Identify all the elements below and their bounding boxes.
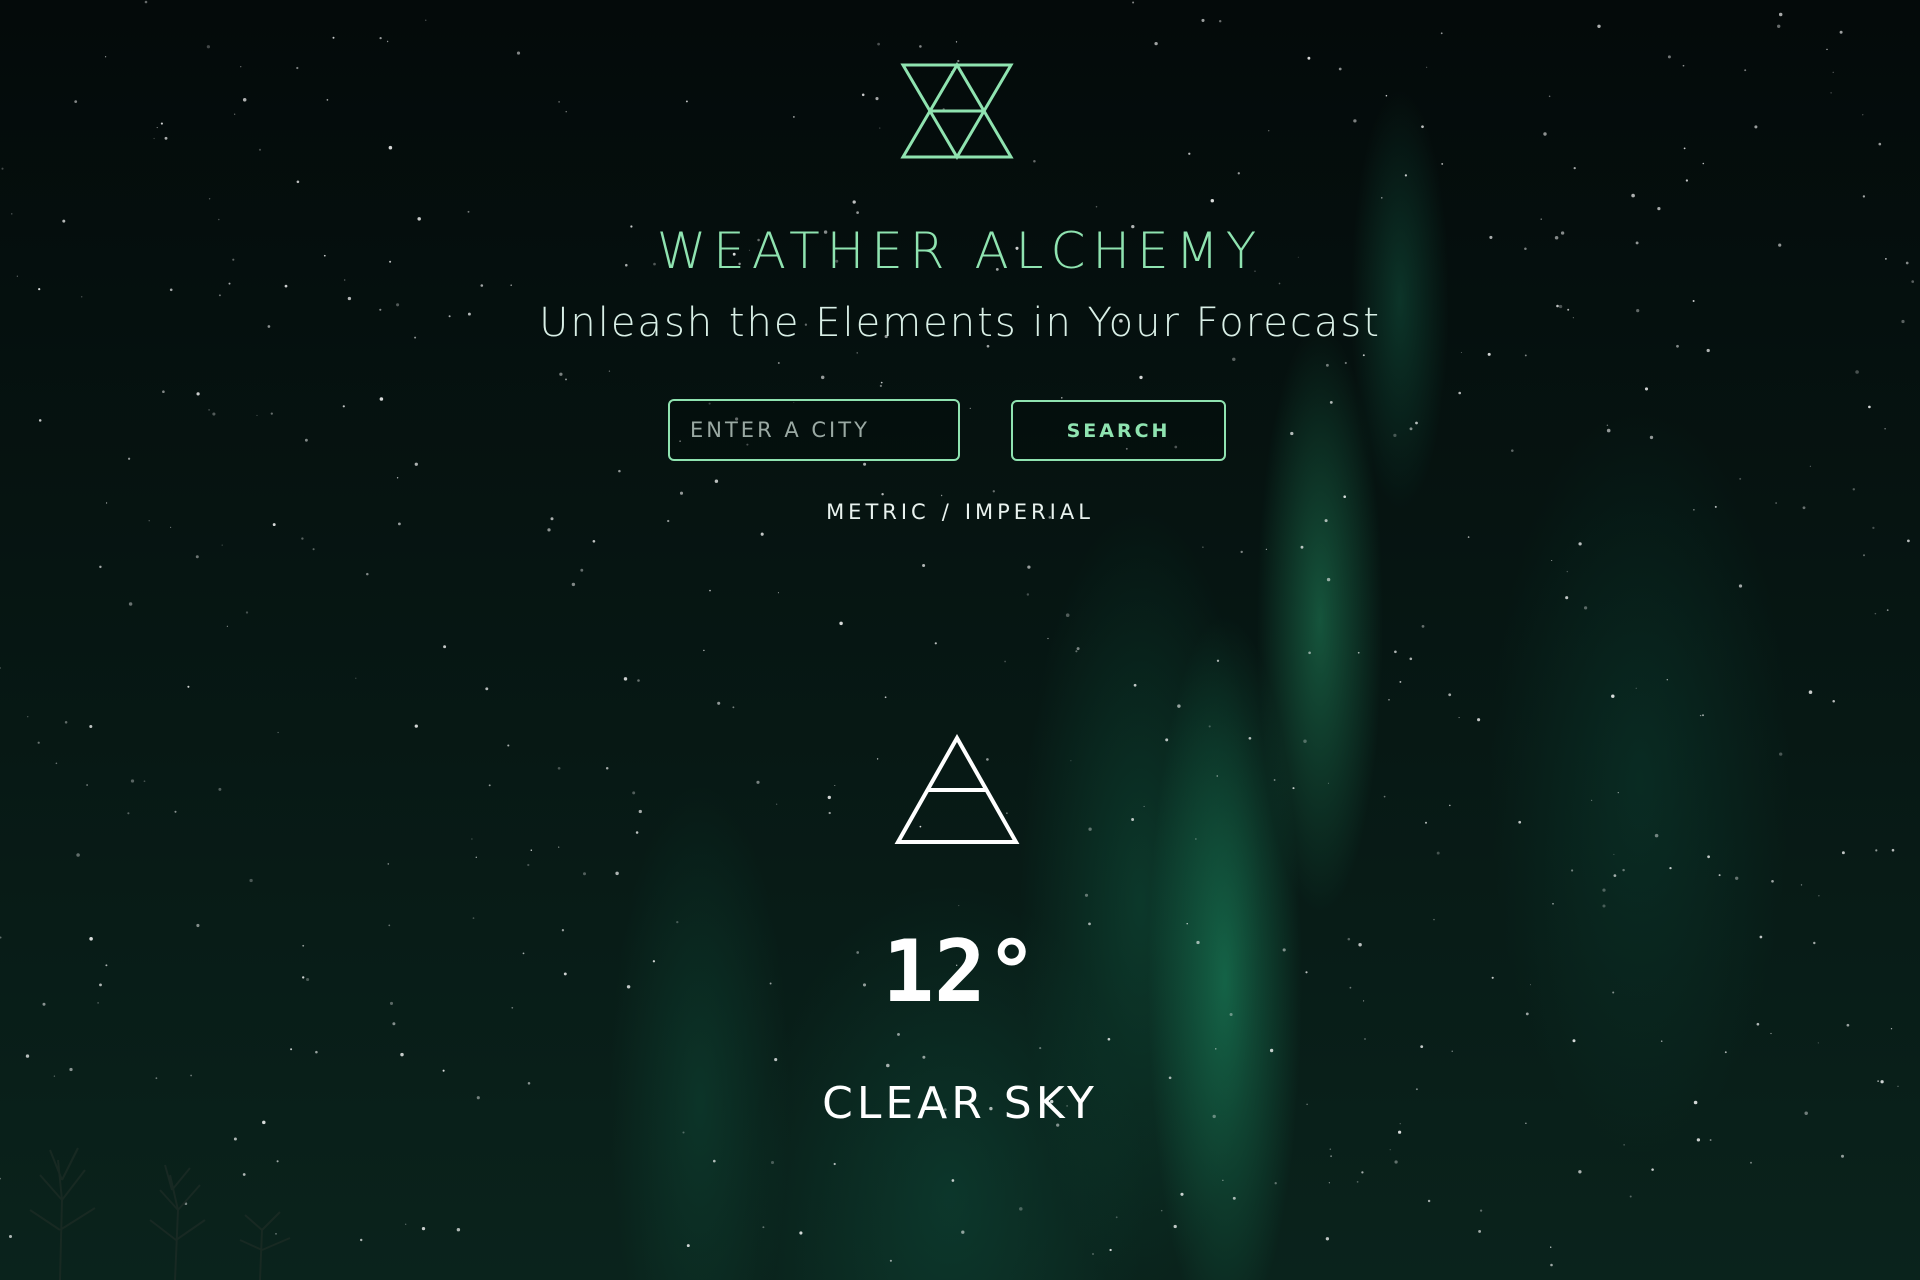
metric-toggle[interactable]: METRIC (826, 500, 930, 524)
search-button[interactable]: SEARCH (1011, 400, 1226, 461)
weather-condition: CLEAR SKY (822, 1078, 1098, 1129)
aurora-background: WEATHER ALCHEMY Unleash the Elements in … (0, 0, 1920, 1280)
alchemy-hexagram-icon (900, 62, 1014, 160)
unit-separator: / (941, 500, 953, 524)
app-subtitle: Unleash the Elements in Your Forecast (539, 300, 1381, 346)
temperature-value: 12° (882, 922, 1038, 1022)
app-title: WEATHER ALCHEMY (656, 222, 1264, 280)
imperial-toggle[interactable]: IMPERIAL (965, 500, 1094, 524)
main-content: WEATHER ALCHEMY Unleash the Elements in … (0, 0, 1920, 1280)
air-element-icon (894, 734, 1020, 844)
unit-toggle: METRIC / IMPERIAL (0, 500, 1920, 524)
city-search-input[interactable] (668, 399, 960, 461)
